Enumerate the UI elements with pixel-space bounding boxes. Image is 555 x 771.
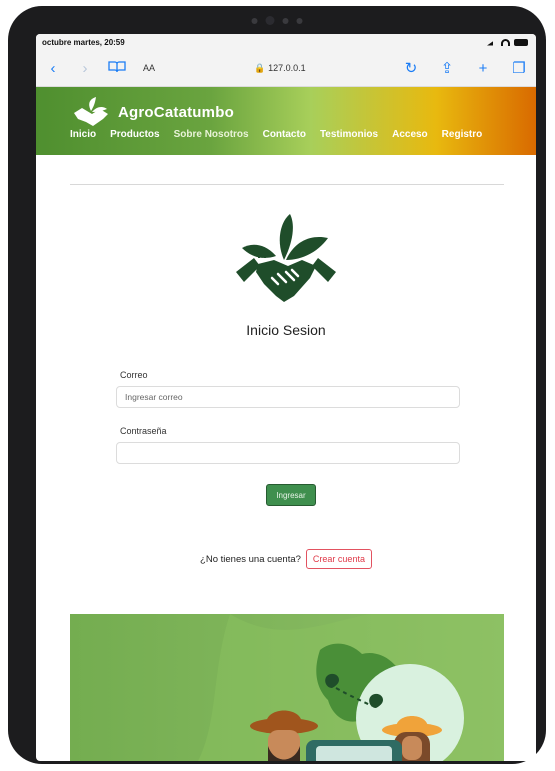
email-label: Correo (120, 370, 148, 380)
tablet-frame: octubre martes, 20:59 ‹ › AA 🔒 127.0.0.1… (8, 6, 546, 764)
address-bar[interactable]: 🔒 127.0.0.1 (170, 63, 390, 74)
status-time: octubre martes, 20:59 (42, 37, 125, 47)
card-top-border (70, 184, 504, 185)
lock-icon: 🔒 (254, 62, 266, 73)
signal-icon (487, 38, 497, 46)
page-title: Inicio Sesion (246, 322, 326, 338)
toolbar-actions: ↻ ⇪ + ❐ (400, 59, 530, 78)
wifi-icon (501, 38, 510, 46)
login-button[interactable]: Ingresar (266, 484, 316, 506)
site-header: AgroCatatumbo Inicio Productos Sobre Nos… (36, 87, 536, 155)
brand-name: AgroCatatumbo (118, 103, 234, 121)
tabs-icon[interactable]: ❐ (508, 59, 530, 77)
password-label: Contraseña (120, 426, 167, 436)
nav-item-sobre-nosotros[interactable]: Sobre Nosotros (174, 129, 249, 140)
camera-bar (251, 16, 303, 25)
reload-icon[interactable]: ↻ (400, 59, 422, 77)
create-account-button[interactable]: Crear cuenta (305, 549, 372, 569)
illustration-banner (70, 614, 504, 761)
no-account-text: ¿No tienes una cuenta? (200, 553, 301, 565)
handshake-leaf-logo-icon (236, 214, 336, 302)
book-icon[interactable] (106, 60, 128, 77)
signup-row: ¿No tienes una cuenta? Crear cuenta (36, 549, 536, 569)
nav-item-acceso[interactable]: Acceso (392, 129, 428, 140)
site-logo[interactable]: AgroCatatumbo (72, 97, 234, 127)
back-button[interactable]: ‹ (42, 60, 64, 77)
forward-button[interactable]: › (74, 60, 96, 77)
password-field[interactable] (116, 442, 460, 464)
nav-item-testimonios[interactable]: Testimonios (320, 129, 378, 140)
nav-item-registro[interactable]: Registro (442, 129, 483, 140)
share-icon[interactable]: ⇪ (436, 59, 458, 77)
main-nav: Inicio Productos Sobre Nosotros Contacto… (70, 129, 482, 140)
plus-icon[interactable]: + (472, 60, 494, 77)
email-field[interactable] (116, 386, 460, 408)
nav-item-productos[interactable]: Productos (110, 129, 159, 140)
browser-toolbar: ‹ › AA 🔒 127.0.0.1 ↻ ⇪ + ❐ (36, 50, 536, 87)
handshake-leaf-icon (74, 97, 108, 126)
screen: octubre martes, 20:59 ‹ › AA 🔒 127.0.0.1… (36, 34, 536, 761)
url-text: 127.0.0.1 (268, 62, 306, 73)
nav-item-inicio[interactable]: Inicio (70, 129, 96, 140)
text-size-button[interactable]: AA (138, 63, 160, 73)
battery-icon (514, 38, 528, 46)
status-bar: octubre martes, 20:59 (36, 34, 536, 50)
status-icons (487, 38, 528, 46)
farmers-illustration (197, 614, 504, 761)
nav-item-contacto[interactable]: Contacto (263, 129, 306, 140)
